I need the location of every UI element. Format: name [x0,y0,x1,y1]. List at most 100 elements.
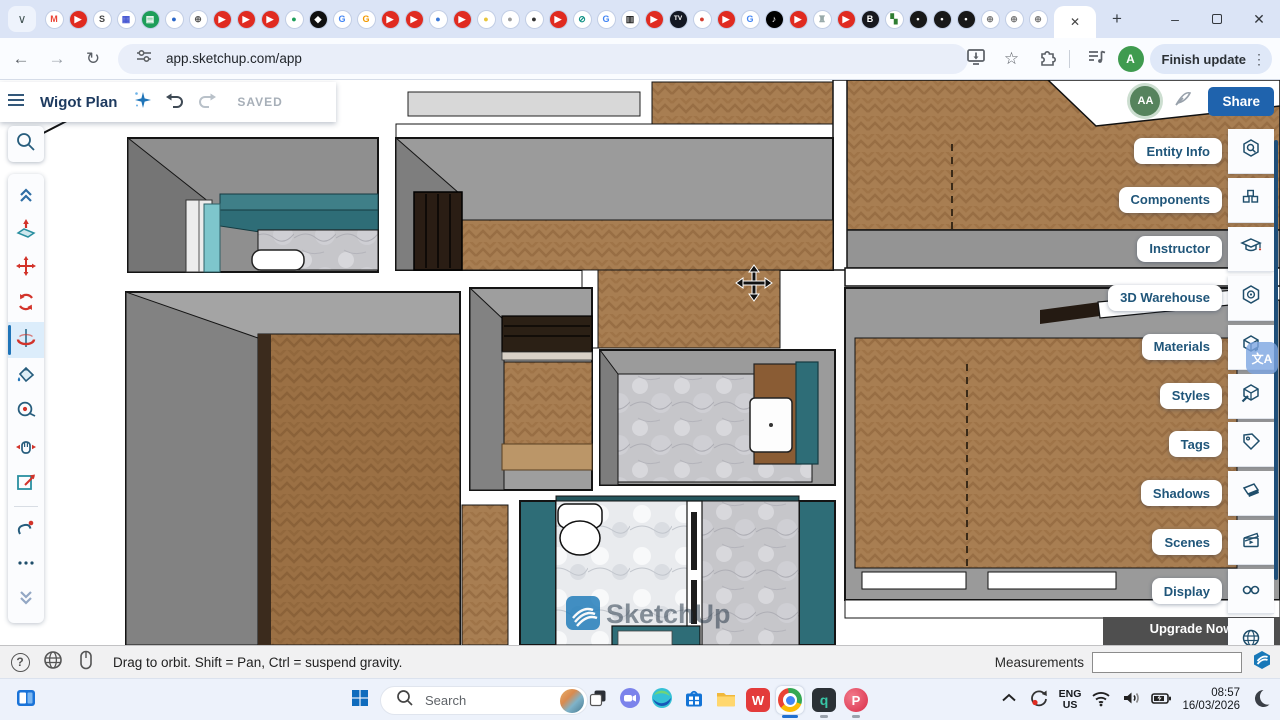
tab-favicon-google[interactable]: G [334,11,351,28]
store-app-button[interactable] [680,686,708,714]
tab-favicon-orbit-blue[interactable]: ● [166,11,183,28]
document-title[interactable]: Wigot Plan [40,94,117,111]
p-app-button[interactable]: P [842,686,870,714]
close-button[interactable]: ✕ [1238,0,1280,38]
panel-button-warehouse[interactable] [1228,276,1274,321]
redo-button[interactable] [191,86,223,118]
chrome-app-button[interactable] [776,686,804,714]
q-app-button[interactable]: q [810,686,838,714]
tab-close-icon[interactable]: ✕ [1070,15,1080,29]
help-button[interactable]: ? [7,649,33,675]
file-explorer-button[interactable] [712,686,740,714]
panel-button-entity-info[interactable] [1228,129,1274,174]
finish-update-button[interactable]: Finish update ⋮ [1150,44,1273,74]
update-sync-button[interactable] [1027,687,1051,713]
tab-favicon-tiktok[interactable]: ♪ [766,11,783,28]
tab-favicon-google[interactable]: G [598,11,615,28]
extensions-button[interactable] [1033,44,1063,74]
tab-favicon-chat-dark[interactable]: ● [526,11,543,28]
tab-favicon-yt[interactable]: ▶ [238,11,255,28]
active-tab[interactable]: ✕ [1054,6,1096,38]
tab-favicon-movie[interactable]: ▦ [118,11,135,28]
tab-favicon-globe-gray[interactable]: ⊕ [1006,11,1023,28]
tab-favicon-globe-gray[interactable]: ⊕ [1030,11,1047,28]
search-tool-button[interactable] [8,126,44,162]
ai-sparkle-button[interactable] [127,86,159,118]
kebab-menu-icon[interactable]: ⋮ [1252,51,1266,68]
panel-button-instructor[interactable] [1228,227,1274,272]
taskbar-search[interactable]: Search [380,686,588,715]
tab-favicon-clock-yellow[interactable]: ● [478,11,495,28]
site-settings-icon[interactable] [132,44,156,73]
tool-more[interactable] [8,547,44,583]
mouse-mode-button[interactable] [73,649,99,675]
tool-rotate[interactable] [8,286,44,322]
undo-button[interactable] [159,86,191,118]
tab-favicon-yt[interactable]: ▶ [550,11,567,28]
tab-favicon-yt[interactable]: ▶ [214,11,231,28]
panel-button-shadows[interactable] [1228,471,1274,516]
tab-favicon-google[interactable]: G [742,11,759,28]
tab-favicon-sheets[interactable]: ▤ [142,11,159,28]
tool-paint[interactable] [8,358,44,394]
tool-push-pull[interactable] [8,214,44,250]
panel-button-tags[interactable] [1228,422,1274,467]
panel-button-scenes[interactable] [1228,520,1274,565]
chat-app-button[interactable] [616,686,644,714]
tab-favicon-globe-gray[interactable]: ⊕ [982,11,999,28]
wps-app-button[interactable]: W [744,686,772,714]
tool-pan[interactable] [8,430,44,466]
tab-favicon-yt[interactable]: ▶ [262,11,279,28]
address-bar[interactable]: app.sketchup.com/app [118,44,968,74]
tab-favicon-gmail[interactable]: M [46,11,63,28]
panel-button-display[interactable] [1228,569,1274,614]
volume-button[interactable] [1119,687,1143,713]
tab-favicon-arc[interactable]: ◆ [310,11,327,28]
translate-float-button[interactable]: 文A [1246,342,1278,374]
measurements-input[interactable] [1092,652,1242,673]
new-tab-button[interactable]: + [1104,6,1130,32]
forward-button[interactable]: → [42,44,72,74]
tab-favicon-s-gray[interactable]: ● [502,11,519,28]
share-button[interactable]: Share [1208,87,1274,116]
tab-favicon-statue[interactable]: ♜ [814,11,831,28]
tab-favicon-dot-dark[interactable]: • [958,11,975,28]
tool-orbit[interactable] [8,322,44,358]
tab-favicon-green-ring[interactable]: ● [286,11,303,28]
maximize-button[interactable] [1196,0,1238,38]
tab-favicon-yt[interactable]: ▶ [382,11,399,28]
tool-tape-measure[interactable] [8,394,44,430]
main-menu-button[interactable] [0,86,32,118]
user-avatar[interactable]: AA [1130,86,1160,116]
edge-app-button[interactable] [648,686,676,714]
minimize-button[interactable]: – [1154,0,1196,38]
tab-favicon-spiral[interactable]: S [94,11,111,28]
browser-profile-avatar[interactable]: A [1118,46,1144,72]
tab-favicon-red-ring[interactable]: ● [694,11,711,28]
tab-favicon-pixel-green[interactable]: ▚ [886,11,903,28]
bookmark-button[interactable]: ☆ [997,44,1027,74]
tray-overflow-button[interactable] [997,687,1021,713]
panel-button-components[interactable] [1228,178,1274,223]
start-button[interactable] [346,686,374,714]
tab-favicon-tv[interactable]: TV [670,11,687,28]
tab-favicon-yt[interactable]: ▶ [646,11,663,28]
tab-organizer-button[interactable] [1082,44,1112,74]
tool-zoom-window[interactable] [8,466,44,502]
tab-favicon-dot-dark[interactable]: • [934,11,951,28]
tab-favicon-chart[interactable]: ▥ [622,11,639,28]
battery-button[interactable] [1149,687,1173,713]
model-canvas[interactable]: SketchUp [0,80,1280,645]
tab-favicon-yt[interactable]: ▶ [790,11,807,28]
clock[interactable]: 08:5716/03/2026 [1182,687,1240,713]
task-view-button[interactable] [584,686,612,714]
geolocation-button[interactable] [40,649,66,675]
search-daily-image[interactable] [560,689,584,713]
reload-button[interactable]: ↻ [78,44,108,74]
tool-walk[interactable] [8,511,44,547]
install-app-button[interactable] [961,44,991,74]
do-not-disturb-button[interactable] [1249,687,1273,713]
tab-favicon-dot-dark[interactable]: • [910,11,927,28]
tool-scroll-up[interactable] [8,178,44,214]
tab-search-button[interactable]: ∨ [8,6,36,32]
